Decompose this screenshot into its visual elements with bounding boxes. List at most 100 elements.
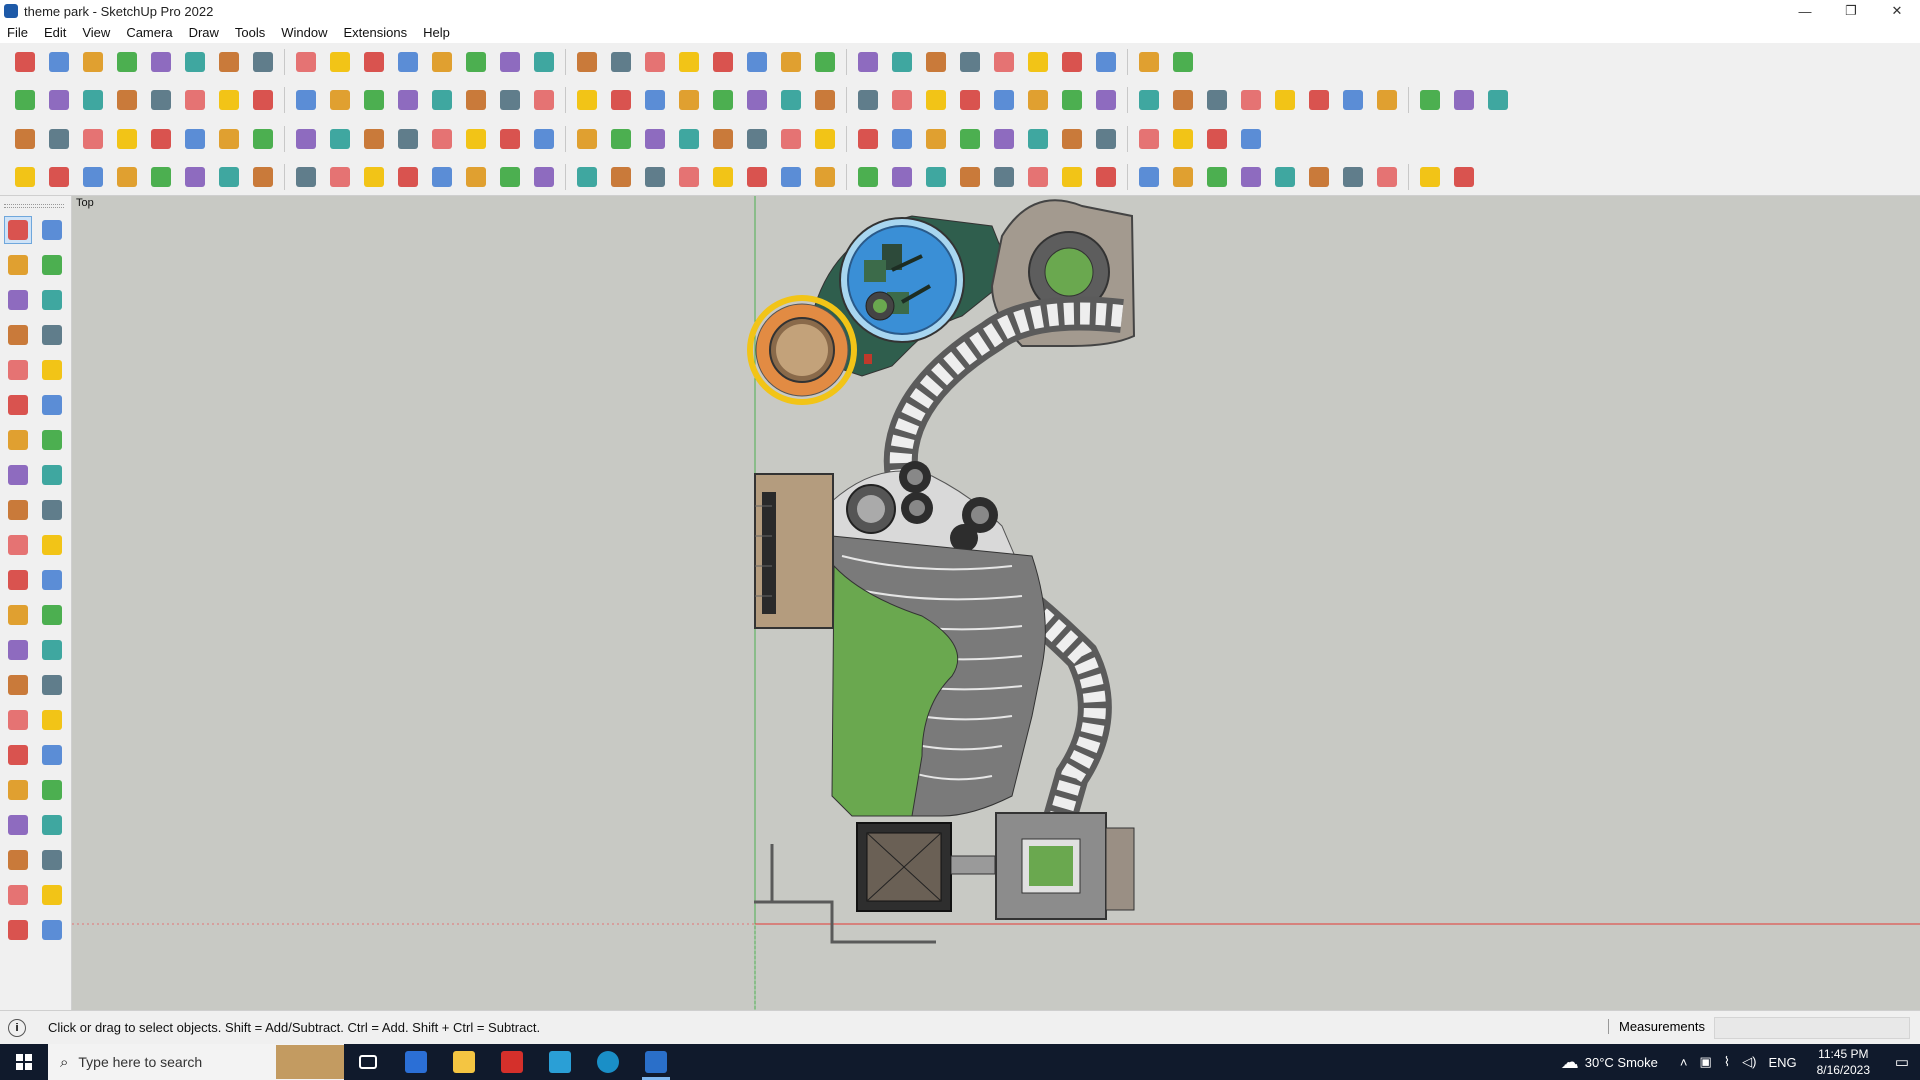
table-button[interactable] [810,162,840,192]
grid-button[interactable] [921,124,951,154]
pattern-button[interactable] [1091,124,1121,154]
column-button[interactable] [640,162,670,192]
calculator-app[interactable] [392,1044,440,1080]
section-display-tool-button[interactable] [4,881,32,909]
pan-button[interactable] [529,47,559,77]
scale-cross-button[interactable] [572,124,602,154]
curve-button[interactable] [1091,85,1121,115]
section-fill-button[interactable] [427,85,457,115]
roof3-button[interactable] [606,162,636,192]
chevron-up-icon[interactable]: ˄ [1680,1055,1688,1070]
axes-tool-button[interactable] [4,671,32,699]
duplicate-button[interactable] [180,162,210,192]
arc-button[interactable] [1023,85,1053,115]
edge-app[interactable] [584,1044,632,1080]
move-button[interactable] [291,47,321,77]
cylinder-button[interactable] [44,85,74,115]
freehand-tool-button[interactable] [38,321,66,349]
axes-button[interactable] [887,47,917,77]
sign-button[interactable] [1372,162,1402,192]
profile-button[interactable] [359,162,389,192]
move-cross-button[interactable] [495,124,525,154]
rotated-rectangle-tool-button[interactable] [38,356,66,384]
roof-button[interactable] [461,85,491,115]
spiral-button[interactable] [1057,85,1087,115]
minimize-button[interactable]: — [1782,0,1828,22]
right-view-button[interactable] [742,47,772,77]
info-icon[interactable]: i [8,1018,26,1037]
function-button[interactable] [708,85,738,115]
house2-button[interactable] [572,85,602,115]
box3-button[interactable] [989,124,1019,154]
text-tool-button[interactable] [38,636,66,664]
house3-button[interactable] [606,85,636,115]
dots-button[interactable] [1168,124,1198,154]
lasso3-button[interactable] [776,124,806,154]
followme-tool-button[interactable] [38,531,66,559]
tree-button[interactable] [921,162,951,192]
rectangle-tool-button[interactable] [4,356,32,384]
house6-button[interactable] [1449,162,1479,192]
volume-icon[interactable]: ◁) [1742,1054,1756,1070]
menu-view[interactable]: View [82,25,110,40]
pushpull-tool-button[interactable] [38,496,66,524]
pool-button[interactable] [1057,162,1087,192]
zoom-window-tool-button[interactable] [38,741,66,769]
menu-extensions[interactable]: Extensions [344,25,408,40]
menu-draw[interactable]: Draw [189,25,219,40]
step-button[interactable] [427,162,457,192]
orbit-tool-button[interactable] [38,216,66,244]
menu-tools[interactable]: Tools [235,25,265,40]
polygon-tool-button[interactable] [38,391,66,419]
layers2-tool-button[interactable] [38,916,66,944]
section-fill-tool-button[interactable] [38,881,66,909]
sphere-button[interactable] [78,85,108,115]
zoom-extents-tool-button[interactable] [4,776,32,804]
window2-button[interactable] [572,162,602,192]
wall-button[interactable] [359,124,389,154]
window-button[interactable] [1057,124,1087,154]
zoom-button[interactable] [10,47,40,77]
select-button[interactable] [44,47,74,77]
wireframe-button[interactable] [248,162,278,192]
network-icon[interactable]: ⌇ [1724,1054,1730,1070]
eraser-button[interactable] [78,47,108,77]
component-tool-button[interactable] [4,286,32,314]
menu-file[interactable]: File [7,25,28,40]
pillar-button[interactable] [1236,162,1266,192]
eraser2-button[interactable] [1236,85,1266,115]
xray-button[interactable] [1057,47,1087,77]
cube-blue-button[interactable] [10,124,40,154]
terrain-button[interactable] [1338,85,1368,115]
look-around-tool-button[interactable] [38,811,66,839]
curve2-button[interactable] [393,124,423,154]
arc-tool-button[interactable] [4,426,32,454]
light-button[interactable] [1338,162,1368,192]
texture-button[interactable] [1270,85,1300,115]
two-point-arc-tool-button[interactable] [38,426,66,454]
loop-button[interactable] [887,124,917,154]
shrub-button[interactable] [955,162,985,192]
arch-button[interactable] [1134,162,1164,192]
tape-tool-button[interactable] [4,601,32,629]
polygon-button[interactable] [921,85,951,115]
line-tool-button[interactable] [10,162,40,192]
rotate2-button[interactable] [214,124,244,154]
split-button[interactable] [248,85,278,115]
paint-bucket-tool-button[interactable] [4,251,32,279]
acrobat-app[interactable] [488,1044,536,1080]
file-explorer-app[interactable] [440,1044,488,1080]
select-tool-button[interactable] [4,216,32,244]
curtain-button[interactable] [214,162,244,192]
close-button[interactable]: ✕ [1874,0,1920,22]
layer-button[interactable] [810,47,840,77]
restore-button[interactable]: ❐ [1828,0,1874,22]
house-button[interactable] [529,85,559,115]
section-button[interactable] [853,47,883,77]
offset-tool-button[interactable] [38,566,66,594]
lamp-button[interactable] [853,162,883,192]
palette-grip[interactable] [4,204,64,208]
planter-button[interactable] [1415,162,1445,192]
bridge-button[interactable] [1168,162,1198,192]
bench-button[interactable] [887,162,917,192]
